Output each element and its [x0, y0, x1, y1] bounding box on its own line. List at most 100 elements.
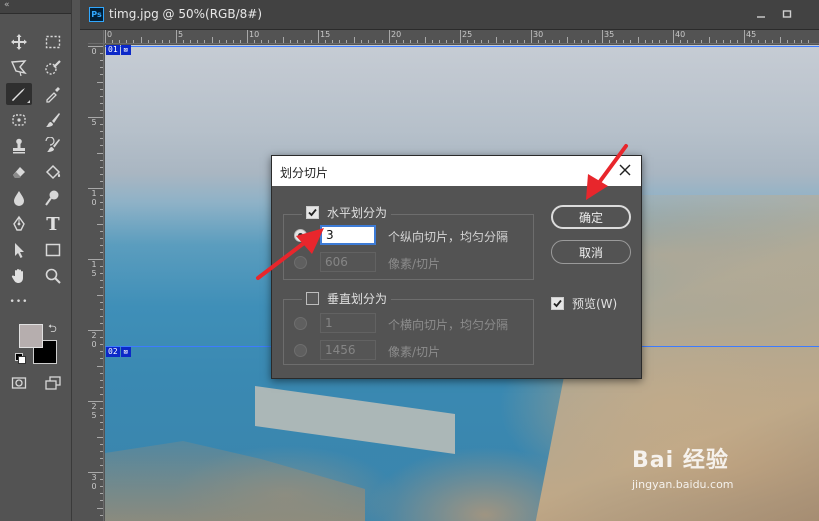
- slice-number: 01: [106, 45, 120, 55]
- history-brush-tool[interactable]: [40, 135, 66, 157]
- horizontal-pixels-radio[interactable]: [294, 256, 307, 269]
- ruler-tick: [559, 40, 561, 43]
- quick-select-tool[interactable]: [40, 57, 66, 79]
- stamp-tool[interactable]: [6, 135, 32, 157]
- ruler-tick: [100, 422, 103, 424]
- dialog-title: 划分切片: [280, 166, 329, 180]
- swap-colors-icon[interactable]: ⮌: [48, 320, 57, 339]
- quick-mask-button[interactable]: [6, 372, 32, 394]
- ruler-tick: [100, 301, 103, 303]
- ruler-tick: [751, 40, 753, 43]
- ruler-tick: [438, 40, 440, 43]
- collapse-panel-button[interactable]: «: [4, 0, 9, 10]
- ruler-tick: [303, 40, 305, 43]
- more-tools-button[interactable]: •••: [6, 291, 32, 313]
- healing-icon: [12, 114, 26, 126]
- dialog-titlebar[interactable]: 划分切片: [272, 156, 641, 186]
- horizontal-count-input[interactable]: [320, 225, 376, 245]
- vertical-divide-checkbox[interactable]: [306, 292, 319, 305]
- ruler-tick: [658, 40, 660, 43]
- ruler-tick: [100, 386, 103, 388]
- tool-flyout-indicator: [27, 100, 30, 103]
- ruler-tick: [100, 372, 103, 374]
- ruler-tick: [594, 40, 596, 43]
- cancel-button[interactable]: 取消: [551, 240, 631, 264]
- horizontal-ruler[interactable]: 0 5 10 15 20 25 30 35 40 45: [88, 30, 819, 44]
- close-icon[interactable]: [617, 162, 633, 178]
- slice-marker[interactable]: 02 ⊠: [106, 347, 131, 357]
- foreground-color-swatch[interactable]: [19, 324, 43, 348]
- move-tool[interactable]: [6, 31, 32, 53]
- vertical-ruler[interactable]: 0 5 1 0 1 5 2 0 2 5 3 0: [88, 44, 104, 521]
- screen-mode-button[interactable]: [40, 372, 66, 394]
- ruler-tick: [296, 40, 298, 43]
- slice-boundary: [105, 46, 819, 47]
- zoom-tool[interactable]: [40, 265, 66, 287]
- vertical-count-radio[interactable]: [294, 317, 307, 330]
- ruler-tick: [100, 379, 103, 381]
- ruler-tick-label: 35: [604, 30, 615, 39]
- horizontal-count-label: 个纵向切片，均匀分隔: [388, 230, 509, 244]
- horizontal-divide-checkbox[interactable]: [306, 206, 319, 219]
- ruler-tick: [100, 514, 103, 516]
- pen-tool[interactable]: [6, 213, 32, 235]
- rectangle-tool[interactable]: [40, 239, 66, 261]
- slice-tool[interactable]: [6, 83, 32, 105]
- marquee-tool[interactable]: [40, 31, 66, 53]
- ruler-tick-label: 0: [107, 30, 113, 39]
- ruler-tick: [552, 40, 554, 43]
- paint-bucket-tool[interactable]: [40, 161, 66, 183]
- vertical-pixels-input[interactable]: [320, 340, 376, 360]
- vertical-count-input[interactable]: [320, 313, 376, 333]
- preview-checkbox[interactable]: [551, 297, 564, 310]
- ellipsis-icon: •••: [9, 297, 29, 307]
- eyedropper-tool[interactable]: [40, 83, 66, 105]
- ruler-tick: [161, 40, 163, 43]
- ruler-tick: [225, 40, 227, 43]
- hand-tool[interactable]: [6, 265, 32, 287]
- ruler-tick: [495, 37, 497, 43]
- ruler-tick: [346, 40, 348, 43]
- ruler-tick: [687, 40, 689, 43]
- ruler-tick: [100, 244, 103, 246]
- healing-tool[interactable]: [6, 109, 32, 131]
- path-select-tool[interactable]: [6, 239, 32, 261]
- ruler-tick: [474, 40, 476, 43]
- ruler-tick-label: 30: [533, 30, 544, 39]
- minimize-button[interactable]: [750, 6, 772, 22]
- ok-button[interactable]: 确定: [551, 205, 631, 229]
- blur-icon: [14, 191, 24, 206]
- vertical-pixels-label: 像素/切片: [388, 345, 441, 359]
- dodge-tool[interactable]: [40, 187, 66, 209]
- ruler-tick: [88, 259, 103, 260]
- ruler-origin[interactable]: [88, 30, 104, 44]
- ruler-tick: [100, 479, 103, 481]
- ruler-tick: [452, 40, 454, 43]
- document-tab-title[interactable]: timg.jpg @ 50%(RGB/8#): [109, 7, 262, 21]
- horizontal-pixels-input[interactable]: [320, 252, 376, 272]
- ruler-tick: [100, 493, 103, 495]
- ruler-tick: [616, 40, 618, 43]
- ruler-tick: [431, 40, 433, 43]
- lasso-tool[interactable]: [6, 57, 32, 79]
- ruler-tick: [602, 30, 603, 43]
- type-icon: T: [46, 213, 60, 235]
- eraser-tool[interactable]: [6, 161, 32, 183]
- history-brush-icon: [45, 137, 60, 152]
- default-colors-icon[interactable]: [15, 353, 26, 364]
- slice-marker[interactable]: 01 ⊠: [106, 45, 131, 55]
- blur-tool[interactable]: [6, 187, 32, 209]
- ruler-tick: [339, 40, 341, 43]
- ruler-tick: [100, 53, 103, 55]
- horizontal-count-radio[interactable]: [294, 229, 307, 242]
- ruler-tick: [100, 202, 103, 204]
- maximize-button[interactable]: [776, 6, 798, 22]
- ruler-tick: [100, 322, 103, 324]
- ruler-tick: [736, 40, 738, 43]
- ruler-tick: [140, 37, 142, 43]
- brush-tool[interactable]: [40, 109, 66, 131]
- type-tool[interactable]: T: [40, 213, 66, 235]
- vertical-pixels-radio[interactable]: [294, 344, 307, 357]
- ruler-tick: [247, 30, 248, 43]
- ruler-tick: [100, 124, 103, 126]
